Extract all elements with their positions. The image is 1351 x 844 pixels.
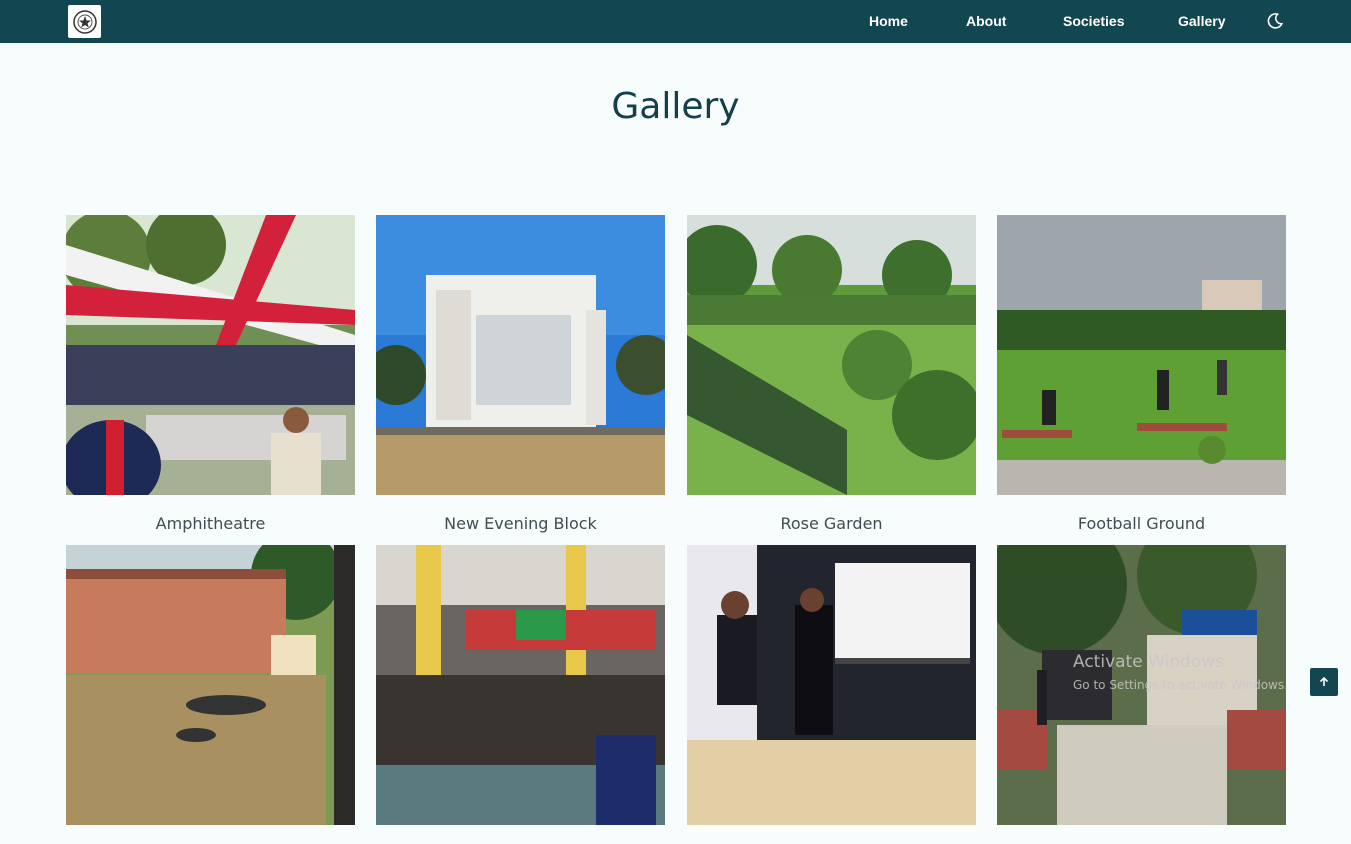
amphitheatre-photo — [66, 215, 355, 495]
college-gate-photo — [997, 545, 1286, 825]
college-crest-logo-icon[interactable] — [68, 5, 101, 38]
gallery-card-amphitheatre[interactable]: Amphitheatre — [66, 215, 355, 533]
gallery-card-5[interactable] — [66, 545, 355, 844]
gallery-caption: New Evening Block — [444, 514, 597, 533]
nav-link-societies[interactable]: Societies — [1063, 0, 1124, 43]
scroll-to-top-button[interactable] — [1310, 668, 1338, 696]
gallery-card-8[interactable] — [997, 545, 1286, 844]
nav-link-home[interactable]: Home — [869, 0, 908, 43]
nav-link-about[interactable]: About — [966, 0, 1006, 43]
new-evening-block-photo — [376, 215, 665, 495]
canteen-photo — [376, 545, 665, 825]
gallery-caption: Amphitheatre — [155, 514, 266, 533]
nav-link-gallery[interactable]: Gallery — [1178, 0, 1225, 43]
moon-icon[interactable] — [1266, 12, 1284, 30]
gallery-caption: Football Ground — [1077, 514, 1206, 533]
gallery-card-7[interactable] — [687, 545, 976, 844]
football-ground-photo — [997, 215, 1286, 495]
stage-presentation-photo — [687, 545, 976, 825]
gallery-card-football-ground[interactable]: Football Ground — [997, 215, 1286, 533]
gallery-card-rose-garden[interactable]: Rose Garden — [687, 215, 976, 533]
gallery-card-6[interactable] — [376, 545, 665, 844]
arrow-up-icon — [1319, 676, 1329, 686]
page-title: Gallery — [611, 86, 740, 127]
gallery-card-new-evening-block[interactable]: New Evening Block — [376, 215, 665, 533]
college-building-lawn-photo — [66, 545, 355, 825]
rose-garden-photo — [687, 215, 976, 495]
gallery-caption: Rose Garden — [780, 514, 883, 533]
top-navbar: Home About Societies Gallery — [0, 0, 1351, 43]
